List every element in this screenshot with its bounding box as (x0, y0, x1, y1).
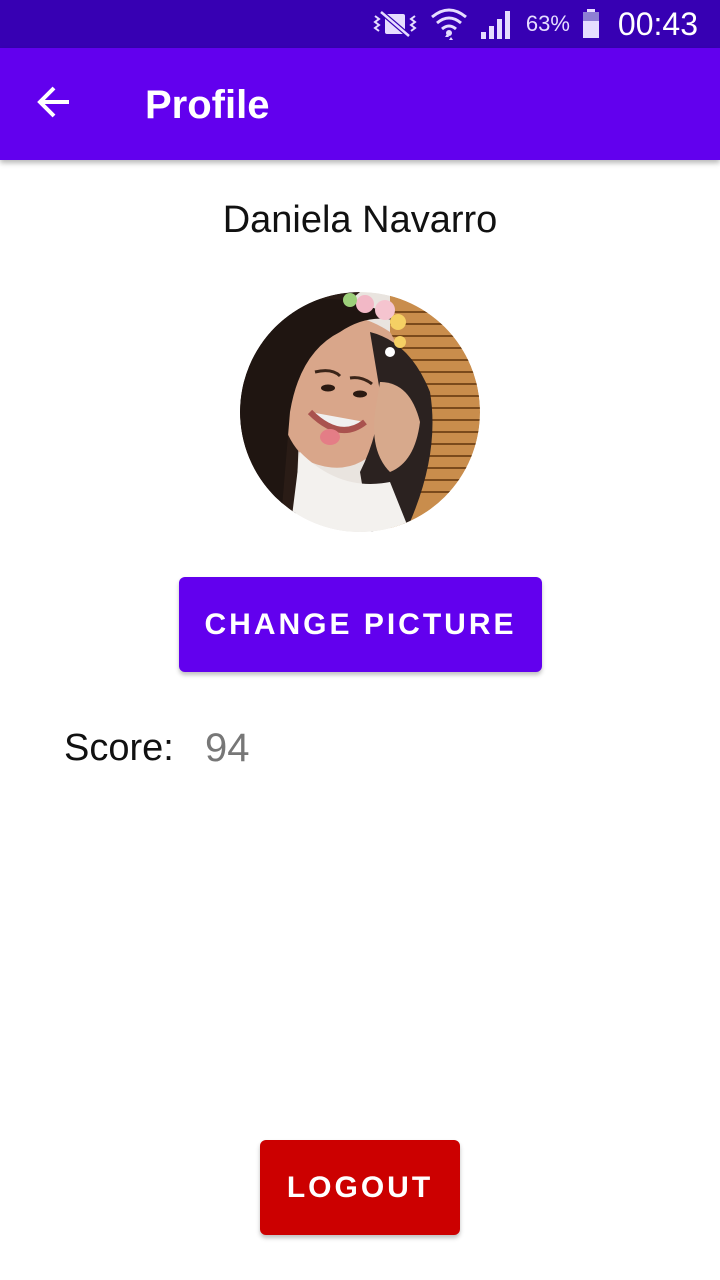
score-value: 94 (205, 726, 250, 770)
back-button[interactable] (24, 76, 84, 132)
status-bar: 63% 00:43 (0, 0, 720, 48)
change-picture-button[interactable]: CHANGE PICTURE (179, 577, 542, 672)
score-label: Score: (64, 727, 174, 769)
arrow-back-icon (36, 84, 72, 125)
wifi-icon (430, 7, 468, 41)
app-bar: Profile (0, 48, 720, 160)
avatar (240, 292, 480, 532)
mute-vibrate-icon (372, 9, 418, 39)
status-icons: 63% 00:43 (372, 0, 698, 48)
page-title: Profile (145, 83, 270, 127)
logout-button[interactable]: LOGOUT (260, 1140, 460, 1235)
battery-icon (582, 9, 600, 39)
battery-percent: 63% (525, 11, 570, 36)
status-clock: 00:43 (617, 5, 698, 42)
user-name: Daniela Navarro (222, 199, 498, 241)
signal-icon (480, 8, 514, 40)
